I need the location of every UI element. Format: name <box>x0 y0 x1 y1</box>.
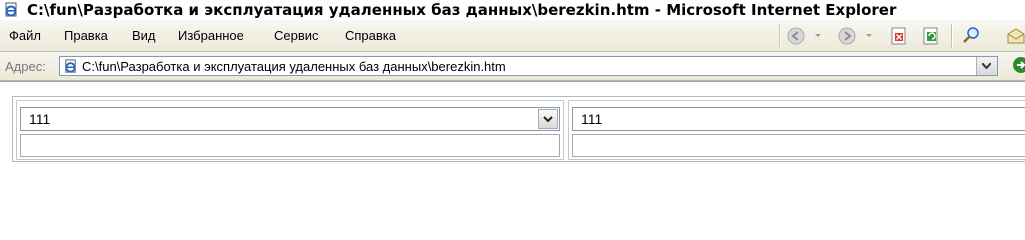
search-icon[interactable] <box>960 25 982 47</box>
right-text-field[interactable] <box>572 134 1025 157</box>
content-border <box>0 81 1025 82</box>
chevron-down-icon[interactable] <box>866 34 872 38</box>
refresh-icon[interactable] <box>920 25 942 47</box>
table-cell-right: 111 <box>568 100 1025 160</box>
forward-icon[interactable] <box>836 25 858 47</box>
menu-view[interactable]: Вид <box>132 28 156 43</box>
window-title: C:\fun\Разработка и эксплуатация удаленн… <box>27 1 897 19</box>
toolbar-separator <box>779 24 781 48</box>
left-text-field[interactable] <box>20 134 560 157</box>
left-select-dropdown-button[interactable] <box>538 109 558 129</box>
address-url: C:\fun\Разработка и эксплуатация удаленн… <box>82 59 506 74</box>
table-cell-left: 111 <box>16 100 564 160</box>
toolbar-separator <box>951 24 953 48</box>
mail-icon[interactable] <box>1005 25 1025 47</box>
left-select[interactable]: 111 <box>20 107 560 131</box>
left-select-value: 111 <box>29 111 51 127</box>
address-bar: Адрес: C:\fun\Разработка и эксплуатация … <box>0 52 1025 81</box>
menu-tools[interactable]: Сервис <box>274 28 319 43</box>
ie-page-icon <box>65 59 76 73</box>
title-bar: C:\fun\Разработка и эксплуатация удаленн… <box>0 0 1025 20</box>
right-select[interactable]: 111 <box>572 107 1025 131</box>
right-select-value: 111 <box>581 111 603 127</box>
address-input[interactable]: C:\fun\Разработка и эксплуатация удаленн… <box>59 56 998 76</box>
back-icon[interactable] <box>785 25 807 47</box>
address-dropdown-button[interactable] <box>976 57 997 75</box>
menu-file[interactable]: Файл <box>9 28 41 43</box>
menu-favorites[interactable]: Избранное <box>178 28 244 43</box>
menu-edit[interactable]: Правка <box>64 28 108 43</box>
chevron-down-icon <box>543 116 553 123</box>
go-arrow-icon[interactable] <box>1010 55 1025 75</box>
ie-page-icon <box>5 2 17 17</box>
stop-icon[interactable] <box>888 25 910 47</box>
form-table: 111 111 <box>12 96 1025 162</box>
chevron-down-icon <box>982 63 991 69</box>
menu-help[interactable]: Справка <box>345 28 396 43</box>
chevron-down-icon[interactable] <box>815 34 821 38</box>
address-label: Адрес: <box>5 59 46 74</box>
menu-bar: Файл Правка Вид Избранное Сервис Справка <box>0 20 1025 52</box>
